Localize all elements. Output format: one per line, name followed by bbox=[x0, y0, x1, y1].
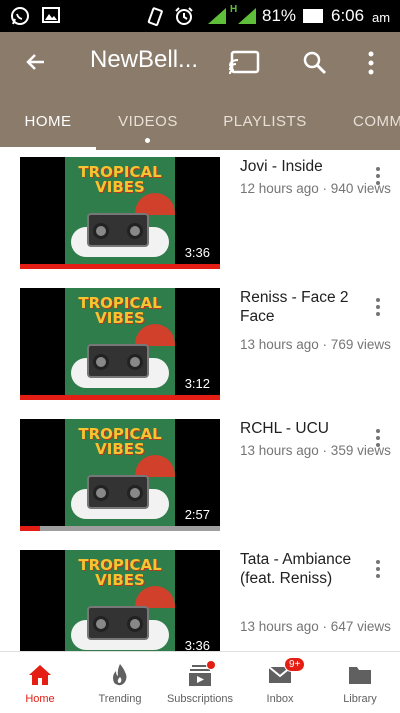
tab-videos-label: VIDEOS bbox=[118, 112, 178, 130]
video-meta: 13 hours ago · 359 views bbox=[240, 443, 391, 458]
thumbnail-text: TROPICAL VIBES bbox=[78, 163, 162, 196]
app-bar bbox=[0, 32, 400, 92]
video-menu-icon[interactable] bbox=[372, 298, 384, 318]
video-item[interactable]: TROPICAL VIBES 2:57 RCHL - UCU 13 hours ago … bbox=[0, 419, 400, 544]
inbox-badge: 9+ bbox=[284, 657, 306, 672]
boombox-graphic bbox=[87, 213, 149, 247]
umbrella-graphic bbox=[135, 586, 175, 608]
signal-icon bbox=[208, 8, 226, 24]
tab-community-label: COMM bbox=[353, 112, 400, 130]
video-menu-icon[interactable] bbox=[372, 167, 384, 187]
thumbnail-artwork: TROPICAL VIBES bbox=[65, 419, 175, 531]
video-menu-icon[interactable] bbox=[372, 560, 384, 580]
new-content-dot bbox=[145, 138, 150, 143]
watch-progress-fill bbox=[20, 264, 220, 269]
video-thumbnail[interactable]: TROPICAL VIBES 3:36 bbox=[20, 157, 220, 269]
nav-trending[interactable]: Trending bbox=[80, 652, 160, 713]
tab-active-indicator bbox=[0, 147, 96, 150]
video-duration: 3:12 bbox=[180, 375, 214, 392]
video-item[interactable]: TROPICAL VIBES 3:12 Reniss - Face 2 Face 13 … bbox=[0, 288, 400, 413]
nav-library-label: Library bbox=[343, 693, 377, 705]
video-duration: 2:57 bbox=[180, 506, 214, 523]
clock-ampm: am bbox=[372, 10, 391, 25]
watch-progress-fill bbox=[20, 395, 220, 400]
thumbnail-artwork: TROPICAL VIBES bbox=[65, 550, 175, 662]
battery-icon bbox=[303, 9, 323, 23]
umbrella-graphic bbox=[135, 324, 175, 346]
nav-subscriptions[interactable]: Subscriptions bbox=[160, 652, 240, 713]
battery-percent: 81% bbox=[262, 6, 297, 25]
vibrate-icon bbox=[147, 7, 163, 26]
tab-home[interactable]: HOME bbox=[0, 92, 96, 150]
more-vertical-icon[interactable] bbox=[366, 50, 376, 76]
video-thumbnail[interactable]: TROPICAL VIBES 2:57 bbox=[20, 419, 220, 531]
nav-inbox-label: Inbox bbox=[266, 693, 294, 705]
signal-2-icon bbox=[238, 8, 256, 24]
speaker-left bbox=[93, 223, 109, 239]
speaker-left bbox=[93, 354, 109, 370]
nav-home[interactable]: Home bbox=[0, 652, 80, 713]
flame-icon bbox=[113, 664, 127, 686]
status-bar: H 81% 6:06 am bbox=[0, 0, 400, 32]
folder-icon bbox=[349, 667, 371, 684]
boombox-graphic bbox=[87, 606, 149, 640]
tab-playlists[interactable]: PLAYLISTS bbox=[210, 92, 320, 150]
thumbnail-text: TROPICAL VIBES bbox=[78, 556, 162, 589]
bottom-nav: Home Trending Subscriptions 9+ Inbox Lib… bbox=[0, 651, 400, 712]
video-item[interactable]: TROPICAL VIBES 3:36 Jovi - Inside 12 hours a… bbox=[0, 157, 400, 282]
video-meta: 13 hours ago · 769 views bbox=[240, 337, 391, 352]
speaker-right bbox=[127, 354, 143, 370]
nav-trending-label: Trending bbox=[98, 693, 142, 705]
thumbnail-artwork: TROPICAL VIBES bbox=[65, 288, 175, 400]
video-thumbnail[interactable]: TROPICAL VIBES 3:12 bbox=[20, 288, 220, 400]
whatsapp-icon bbox=[11, 7, 29, 25]
video-menu-icon[interactable] bbox=[372, 429, 384, 449]
home-icon bbox=[29, 665, 51, 685]
cast-icon[interactable] bbox=[228, 50, 260, 76]
tab-community[interactable]: COMM bbox=[340, 92, 400, 150]
video-meta: 13 hours ago · 647 views bbox=[240, 619, 391, 634]
video-title[interactable]: RCHL - UCU bbox=[240, 419, 365, 438]
video-duration: 3:36 bbox=[180, 244, 214, 261]
new-subscriptions-dot bbox=[206, 660, 216, 670]
speaker-right bbox=[127, 485, 143, 501]
thumbnail-artwork: TROPICAL VIBES bbox=[65, 157, 175, 269]
video-title[interactable]: Reniss - Face 2 Face bbox=[240, 288, 365, 326]
nav-subscriptions-label: Subscriptions bbox=[166, 693, 234, 705]
nav-library[interactable]: Library bbox=[320, 652, 400, 713]
watch-progress-fill bbox=[20, 526, 40, 531]
video-meta: 12 hours ago · 940 views bbox=[240, 181, 391, 196]
channel-title: NewBell... bbox=[90, 46, 199, 73]
nav-inbox[interactable]: 9+ Inbox bbox=[240, 652, 320, 713]
tab-playlists-label: PLAYLISTS bbox=[223, 112, 307, 130]
speaker-right bbox=[127, 223, 143, 239]
video-title[interactable]: Tata - Ambiance (feat. Reniss) bbox=[240, 550, 365, 588]
umbrella-graphic bbox=[135, 193, 175, 215]
tab-bar: HOME VIDEOS PLAYLISTS COMM bbox=[0, 92, 400, 150]
speaker-left bbox=[93, 485, 109, 501]
arrow-left-icon[interactable] bbox=[24, 50, 48, 74]
nav-home-label: Home bbox=[25, 693, 55, 705]
thumbnail-text: TROPICAL VIBES bbox=[78, 425, 162, 458]
tab-home-label: HOME bbox=[24, 112, 72, 130]
speaker-left bbox=[93, 616, 109, 632]
thumbnail-text: TROPICAL VIBES bbox=[78, 294, 162, 327]
boombox-graphic bbox=[87, 344, 149, 378]
image-icon bbox=[42, 7, 60, 23]
search-icon[interactable] bbox=[302, 50, 328, 76]
video-thumbnail[interactable]: TROPICAL VIBES 3:36 bbox=[20, 550, 220, 662]
clock-time: 6:06 bbox=[331, 6, 365, 25]
umbrella-graphic bbox=[135, 455, 175, 477]
speaker-right bbox=[127, 616, 143, 632]
alarm-icon bbox=[175, 7, 193, 25]
boombox-graphic bbox=[87, 475, 149, 509]
watch-progress-bar bbox=[20, 395, 220, 400]
video-title[interactable]: Jovi - Inside bbox=[240, 157, 365, 176]
watch-progress-bar bbox=[20, 264, 220, 269]
watch-progress-bar bbox=[20, 526, 220, 531]
